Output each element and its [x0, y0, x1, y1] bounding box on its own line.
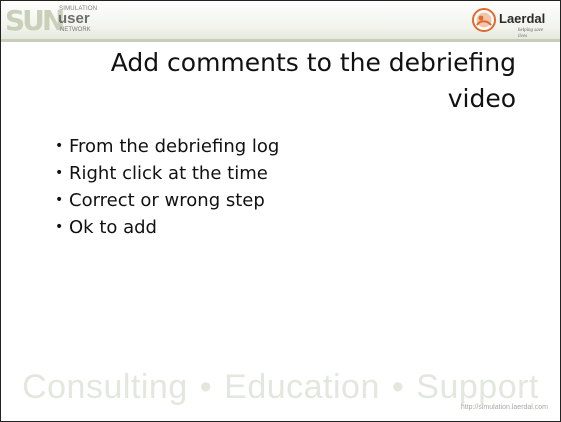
bullet-dot-icon: •	[55, 219, 64, 235]
slide: SUN SIMULATION user NETWORK Laerdal help…	[0, 0, 561, 422]
slide-title: Add comments to the debriefing video	[46, 45, 516, 117]
slide-title-line-1: Add comments to the debriefing	[110, 48, 516, 77]
bullet-item: • Ok to add	[55, 214, 279, 241]
footer-word-education: Education	[224, 368, 380, 406]
slide-title-line-2: video	[447, 84, 516, 113]
bullet-item: • From the debriefing log	[55, 133, 279, 160]
logo-network-text: NETWORK	[60, 27, 91, 33]
bullet-dot-icon: •	[55, 165, 64, 181]
footer-watermark: Consulting • Education • Support	[1, 367, 560, 407]
laerdal-name: Laerdal	[499, 11, 546, 26]
bullet-item: • Correct or wrong step	[55, 187, 279, 214]
bullet-dot-icon: •	[55, 138, 64, 154]
bullet-text: Right click at the time	[69, 163, 268, 184]
logo-user-text: user	[58, 10, 90, 27]
footer-separator: •	[391, 368, 405, 406]
bullet-text: From the debriefing log	[69, 136, 280, 157]
bullet-text: Ok to add	[69, 217, 157, 238]
footer-separator: •	[199, 368, 213, 406]
footer-url: http://simulation.laerdal.com	[460, 404, 548, 411]
footer-word-support: Support	[416, 368, 539, 406]
bullet-dot-icon: •	[55, 192, 64, 208]
sun-user-network-logo: SUN SIMULATION user NETWORK	[5, 5, 155, 37]
laerdal-logo: Laerdal helping save lives	[472, 6, 552, 39]
laerdal-tagline: helping save lives	[518, 28, 544, 39]
header-divider	[1, 39, 560, 42]
sun-logo-letters: SUN	[5, 4, 65, 37]
bullet-text: Correct or wrong step	[69, 190, 265, 211]
footer-word-consulting: Consulting	[22, 368, 188, 406]
bullet-list: • From the debriefing log • Right click …	[55, 133, 279, 241]
bullet-item: • Right click at the time	[55, 160, 279, 187]
laerdal-mark-icon	[472, 8, 496, 32]
